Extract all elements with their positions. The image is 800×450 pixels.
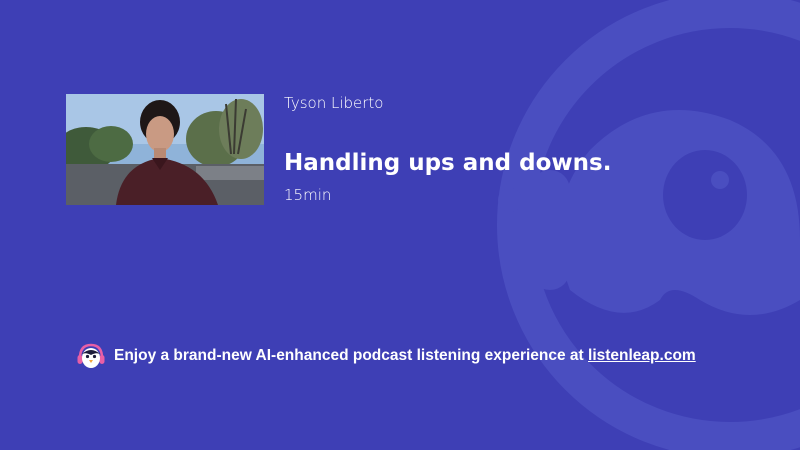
author-name: Tyson Liberto: [284, 94, 384, 112]
episode-thumbnail[interactable]: [66, 94, 264, 205]
promo-footer: Enjoy a brand-new AI-enhanced podcast li…: [76, 342, 696, 370]
episode-duration: 15min: [284, 186, 332, 204]
listenleap-link[interactable]: listenleap.com: [588, 347, 696, 364]
penguin-watermark-icon: [497, 0, 800, 450]
promo-message: Enjoy a brand-new AI-enhanced podcast li…: [114, 347, 589, 364]
promo-text: Enjoy a brand-new AI-enhanced podcast li…: [114, 347, 696, 365]
penguin-headphones-icon: [77, 343, 105, 368]
episode-title[interactable]: Handling ups and downs.: [284, 150, 611, 176]
podcast-card: Tyson Liberto Handling ups and downs. 15…: [0, 0, 800, 450]
thumbnail-image: [66, 94, 264, 205]
